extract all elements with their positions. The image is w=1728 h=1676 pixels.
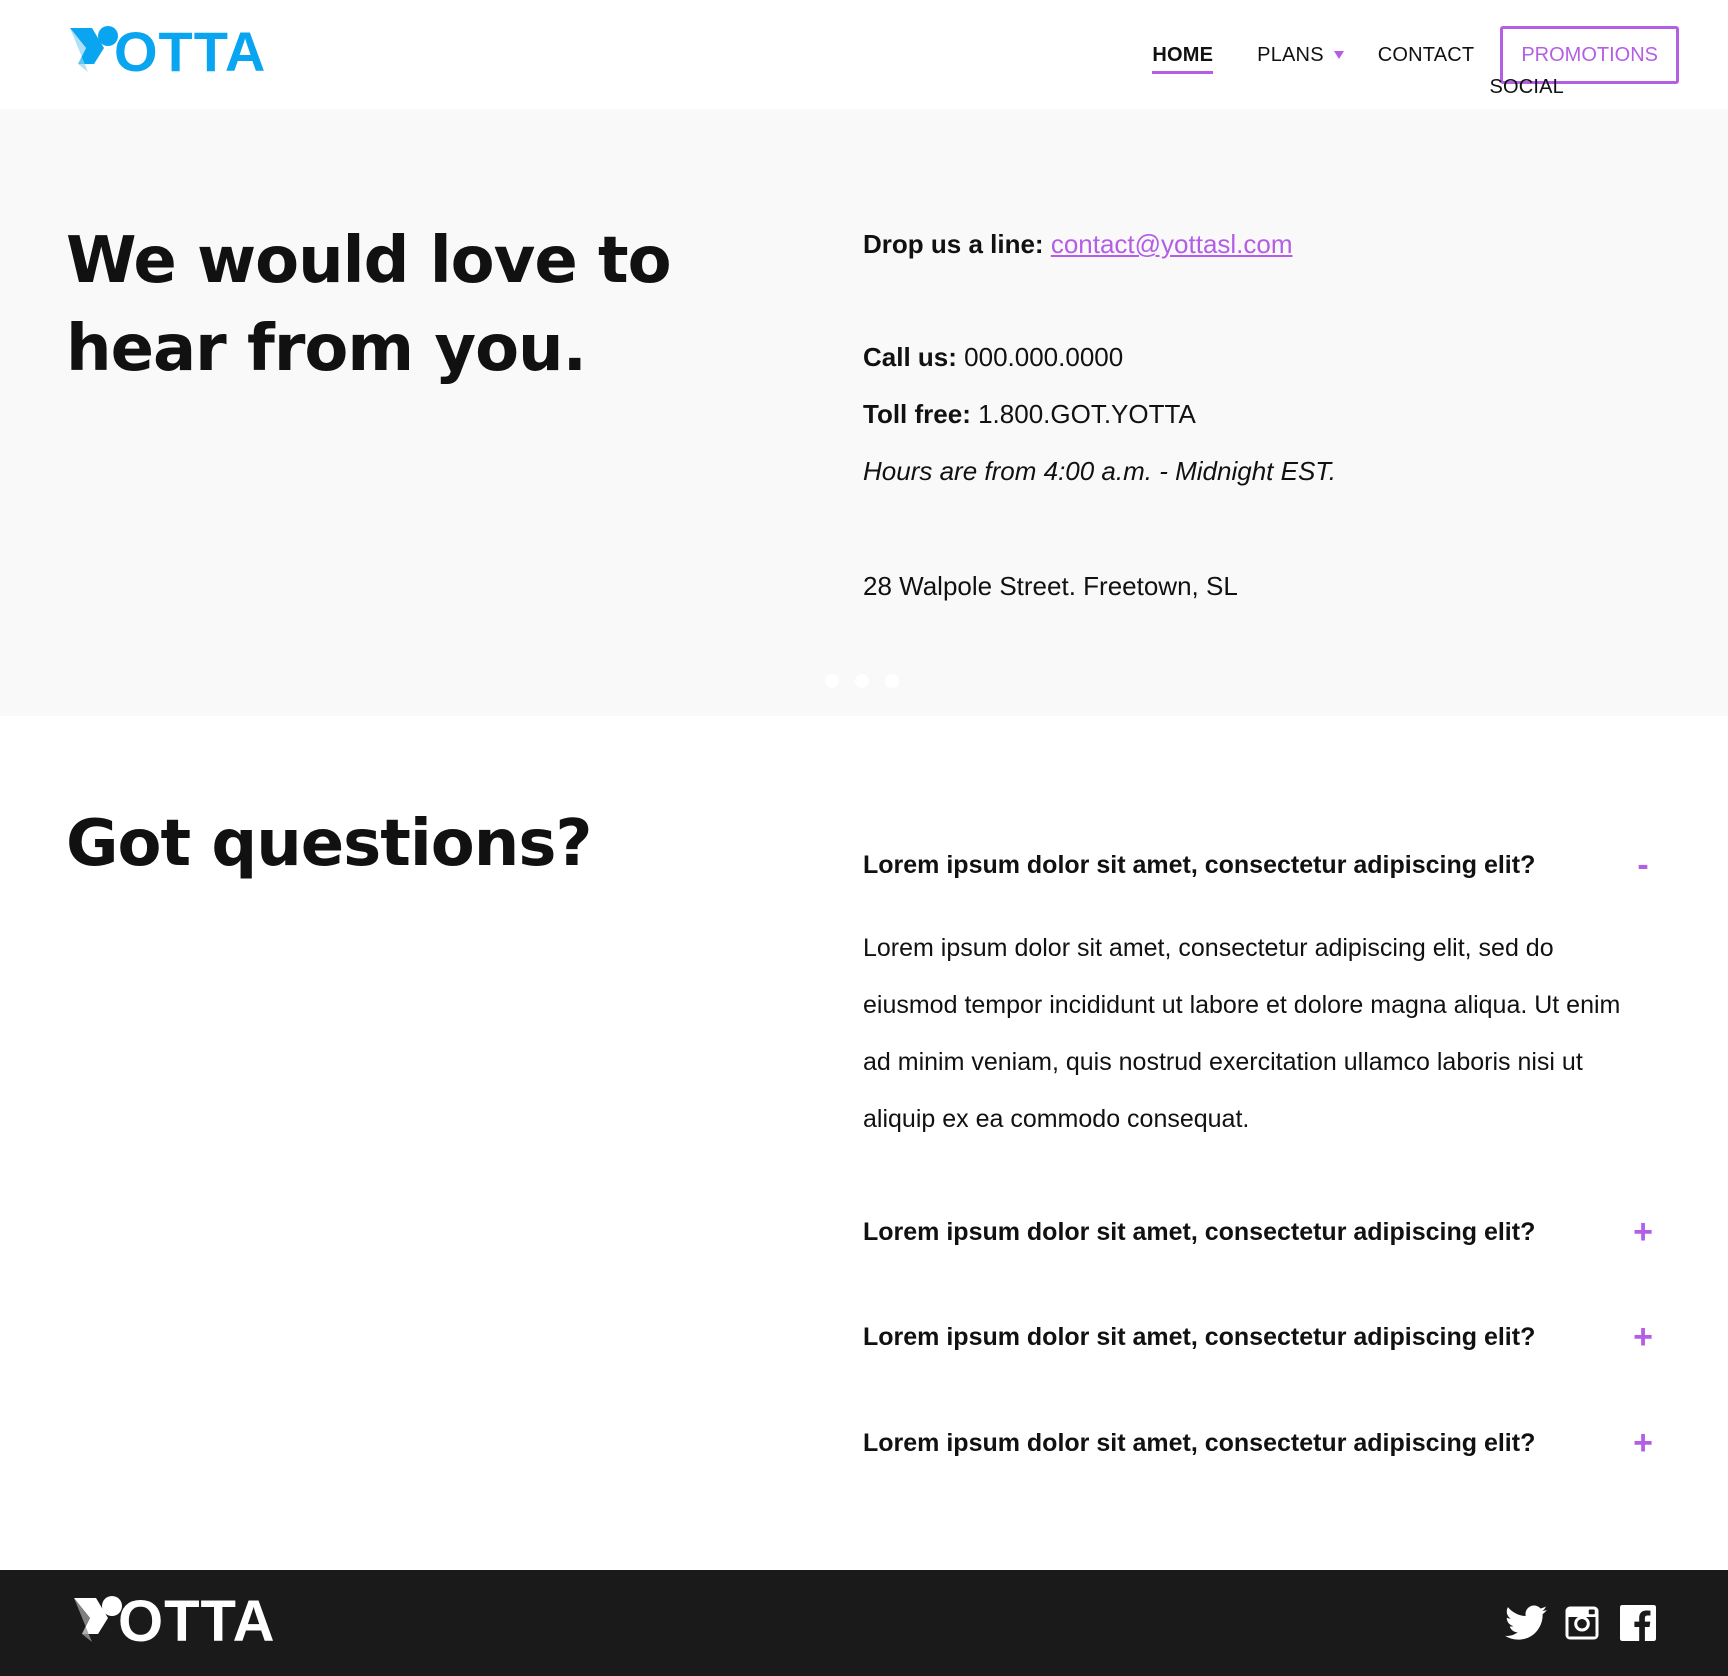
brand-logo[interactable]: OTTA bbox=[68, 22, 266, 82]
nav-plans[interactable]: PLANS bbox=[1257, 26, 1344, 84]
carousel-dot[interactable] bbox=[885, 674, 899, 688]
faq-question-1[interactable]: Lorem ipsum dolor sit amet, consectetur … bbox=[863, 843, 1658, 887]
carousel-dots bbox=[825, 674, 915, 688]
nav-home[interactable]: HOME bbox=[1152, 26, 1213, 84]
chevron-down-icon bbox=[1333, 51, 1344, 59]
tollfree-label: Toll free: bbox=[863, 399, 971, 429]
faq-title: Got questions? bbox=[66, 807, 593, 881]
main-nav: HOME PLANS SOCIAL CONTACT PROMOTIONS bbox=[1152, 26, 1679, 98]
instagram-icon[interactable] bbox=[1561, 1602, 1603, 1644]
facebook-icon[interactable] bbox=[1617, 1602, 1659, 1644]
contact-hero: We would love to hear from you. Drop us … bbox=[0, 109, 1728, 716]
hours-text: Hours are from 4:00 a.m. - Midnight EST. bbox=[863, 456, 1337, 486]
footer-wordmark: OTTA bbox=[118, 1589, 276, 1654]
expand-icon[interactable]: + bbox=[1628, 1424, 1658, 1463]
nav-contact[interactable]: CONTACT bbox=[1378, 26, 1475, 84]
email-line: Drop us a line: contact@yottasl.com bbox=[863, 226, 1293, 262]
faq-question-text: Lorem ipsum dolor sit amet, consectetur … bbox=[863, 1322, 1536, 1351]
carousel-dot[interactable] bbox=[855, 674, 869, 688]
twitter-icon[interactable] bbox=[1505, 1602, 1547, 1644]
tollfree-value: 1.800.GOT.YOTTA bbox=[978, 399, 1196, 429]
email-label: Drop us a line: bbox=[863, 229, 1044, 259]
brand-wordmark: OTTA bbox=[114, 20, 267, 83]
faq-question-2[interactable]: Lorem ipsum dolor sit amet, consectetur … bbox=[863, 1210, 1658, 1254]
site-header: OTTA HOME PLANS SOCIAL CONTACT PROMOTION… bbox=[0, 0, 1728, 109]
nav-social[interactable]: SOCIAL bbox=[1489, 58, 1564, 116]
faq-question-text: Lorem ipsum dolor sit amet, consectetur … bbox=[863, 1217, 1536, 1246]
faq-answer-1: Lorem ipsum dolor sit amet, consectetur … bbox=[863, 934, 1621, 1133]
call-value: 000.000.0000 bbox=[964, 342, 1124, 372]
logo-mark-icon bbox=[74, 1596, 122, 1642]
site-footer: OTTA bbox=[0, 1570, 1728, 1676]
address-text: 28 Walpole Street. Freetown, SL bbox=[863, 571, 1238, 601]
nav-plans-label: PLANS bbox=[1257, 43, 1324, 66]
call-label: Call us: bbox=[863, 342, 957, 372]
collapse-icon[interactable]: - bbox=[1628, 846, 1658, 885]
email-link[interactable]: contact@yottasl.com bbox=[1051, 229, 1293, 259]
expand-icon[interactable]: + bbox=[1628, 1318, 1658, 1357]
faq-question-3[interactable]: Lorem ipsum dolor sit amet, consectetur … bbox=[863, 1315, 1658, 1359]
faq-question-4[interactable]: Lorem ipsum dolor sit amet, consectetur … bbox=[863, 1421, 1658, 1465]
carousel-dot[interactable] bbox=[825, 674, 839, 688]
call-line: Call us: 000.000.0000 bbox=[863, 339, 1123, 375]
faq-question-text: Lorem ipsum dolor sit amet, consectetur … bbox=[863, 850, 1536, 879]
logo-mark-icon bbox=[70, 26, 118, 72]
footer-logo[interactable]: OTTA bbox=[72, 1592, 276, 1652]
expand-icon[interactable]: + bbox=[1628, 1213, 1658, 1252]
faq-question-text: Lorem ipsum dolor sit amet, consectetur … bbox=[863, 1428, 1536, 1457]
tollfree-line: Toll free: 1.800.GOT.YOTTA bbox=[863, 396, 1196, 432]
social-links bbox=[1491, 1602, 1659, 1644]
hero-title: We would love to hear from you. bbox=[66, 224, 672, 386]
